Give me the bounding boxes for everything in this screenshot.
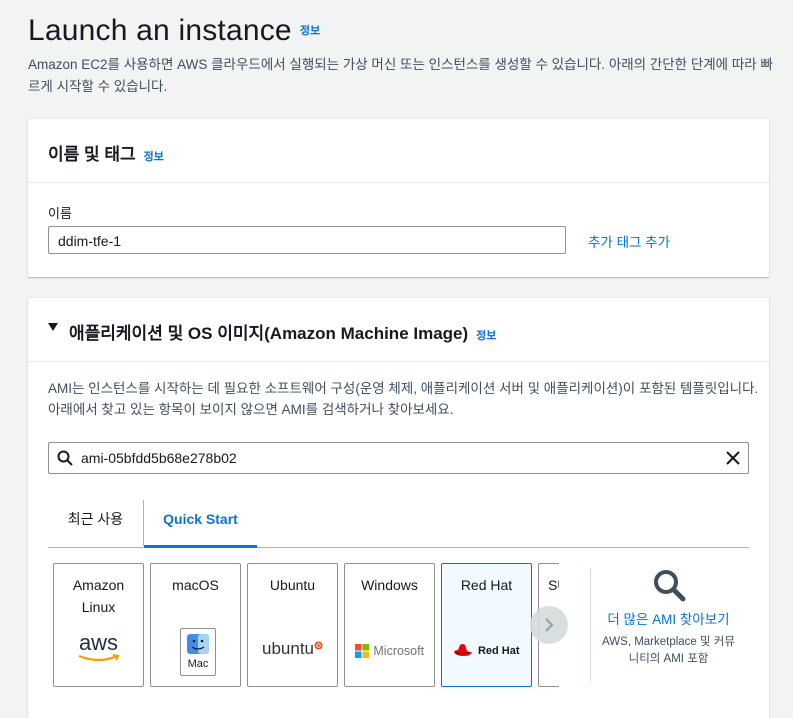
finder-face-icon: [187, 634, 209, 654]
microsoft-logo-text: Microsoft: [373, 643, 425, 658]
magnifier-icon: [653, 570, 685, 602]
browse-more-amis-subtext: AWS, Marketplace 및 커뮤니티의 AMI 포함: [602, 636, 735, 665]
windows-squares-icon: [354, 643, 369, 658]
os-tile-label: Red Hat: [460, 577, 513, 593]
ami-panel-header[interactable]: 애플리케이션 및 OS 이미지(Amazon Machine Image) 정보: [28, 298, 769, 362]
os-tile-label: Amazon Linux: [54, 574, 143, 618]
name-input[interactable]: ddim-tfe-1: [48, 226, 566, 254]
os-tile-windows[interactable]: Windows Microsoft: [344, 563, 435, 687]
clear-icon[interactable]: [725, 450, 741, 466]
microsoft-logo-icon: Microsoft: [345, 642, 434, 660]
tiles-next-button[interactable]: [530, 606, 568, 644]
redhat-logo-icon: Red Hat: [442, 642, 531, 660]
tab-quick-start[interactable]: Quick Start: [143, 500, 257, 548]
name-panel-title: 이름 및 태그 정보: [48, 140, 164, 165]
os-tile-label: Ubuntu: [269, 577, 316, 593]
os-tile-label-line1: Amazon: [72, 577, 125, 593]
page-info-link[interactable]: 정보: [300, 25, 321, 37]
browse-more-amis-link[interactable]: 더 많은 AMI 찾아보기: [598, 608, 739, 628]
divider: [590, 569, 591, 681]
name-panel-header: 이름 및 태그 정보: [28, 119, 769, 183]
ami-description: AMI는 인스턴스를 시작하는 데 필요한 소프트웨어 구성(운영 체제, 애플…: [48, 378, 768, 420]
aws-logo-icon: aws: [54, 632, 143, 662]
name-and-tags-panel: 이름 및 태그 정보 이름 ddim-tfe-1 추가 태그 추가: [28, 119, 769, 277]
chevron-right-icon: [545, 618, 554, 632]
ami-panel-title-text: 애플리케이션 및 OS 이미지(Amazon Machine Image): [69, 324, 469, 343]
name-field-label: 이름: [48, 206, 72, 221]
aws-logo-text: aws: [78, 630, 119, 655]
add-tags-link[interactable]: 추가 태그 추가: [588, 231, 670, 251]
os-tiles: Amazon Linux aws macOS Mac Ubuntu ubuntu…: [53, 563, 559, 689]
page-title-text: Launch an instance: [28, 14, 292, 47]
os-tile-amazon-linux[interactable]: Amazon Linux aws: [53, 563, 144, 687]
ami-tabs: 최근 사용 Quick Start: [48, 500, 749, 548]
ami-description-line1: AMI는 인스턴스를 시작하는 데 필요한 소프트웨어 구성(운영 체제, 애플…: [48, 381, 759, 396]
ami-panel-info-link[interactable]: 정보: [476, 330, 496, 342]
redhat-logo-text: Red Hat: [477, 644, 520, 657]
os-tile-label: SU: [548, 577, 559, 593]
mac-logo-text: Mac: [187, 658, 209, 670]
os-tile-macos[interactable]: macOS Mac: [150, 563, 241, 687]
ami-description-line2: 아래에서 찾고 있는 항목이 보이지 않으면 AMI를 검색하거나 찾아보세요.: [48, 402, 454, 417]
ubuntu-logo-icon: ubuntu: [248, 639, 337, 659]
aws-smile-icon: [78, 654, 119, 662]
name-panel-info-link[interactable]: 정보: [144, 151, 164, 163]
os-tile-label: macOS: [172, 577, 219, 593]
page-title: Launch an instance 정보: [28, 14, 320, 48]
browse-more-amis[interactable]: 더 많은 AMI 찾아보기 AWS, Marketplace 및 커뮤니티의 A…: [598, 568, 739, 668]
ami-panel-title: 애플리케이션 및 OS 이미지(Amazon Machine Image) 정보: [69, 319, 496, 344]
page-subtitle: Amazon EC2를 사용하면 AWS 클라우드에서 실행되는 가상 머신 또…: [28, 57, 773, 94]
ubuntu-logo-text: ubuntu: [262, 639, 314, 658]
ami-search-input[interactable]: ami-05bfdd5b68e278b02: [48, 442, 749, 474]
os-tile-ubuntu[interactable]: Ubuntu ubuntu: [247, 563, 338, 687]
search-icon: [57, 450, 73, 466]
ami-panel: 애플리케이션 및 OS 이미지(Amazon Machine Image) 정보 …: [28, 298, 769, 718]
os-tile-label: Windows: [361, 577, 418, 593]
name-panel-title-text: 이름 및 태그: [48, 145, 136, 164]
ami-search-value: ami-05bfdd5b68e278b02: [81, 450, 237, 466]
os-tile-red-hat[interactable]: Red Hat Red Hat: [441, 563, 532, 687]
collapse-caret-icon[interactable]: [48, 323, 58, 331]
redhat-hat-icon: [454, 644, 473, 657]
tab-recently-used[interactable]: 최근 사용: [48, 500, 143, 546]
os-tile-label-line2: Linux: [81, 599, 116, 615]
ubuntu-circle-icon: [314, 641, 323, 650]
finder-logo-icon: Mac: [180, 628, 216, 676]
